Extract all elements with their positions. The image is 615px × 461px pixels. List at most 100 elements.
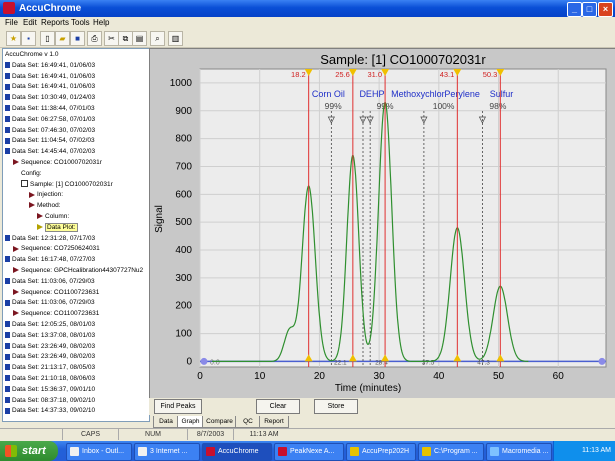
menu-reports[interactable]: Reports (41, 17, 69, 29)
disk-icon[interactable]: ■ (70, 31, 85, 46)
tree-item-sample[interactable]: Sample: [1] CO1000702031r (21, 180, 113, 189)
taskbar-item-macromedia[interactable]: Macromedia ... (486, 443, 552, 461)
sequence-arrow-icon (13, 245, 19, 252)
tree-item-ds[interactable]: Data Set: 08:37:18, 09/02/10 (5, 396, 95, 405)
save-icon[interactable]: ▪ (21, 31, 36, 46)
open-icon[interactable]: ★ (6, 31, 21, 46)
tab-graph[interactable]: Graph (177, 416, 204, 428)
arrow-icon (37, 213, 43, 220)
tree-item-ds[interactable]: Data Set: 16:49:41, 01/06/03 (5, 82, 95, 91)
x-axis-label: Time (minutes) (335, 383, 401, 394)
tree-item-ds[interactable]: Data Set: 10:30:49, 01/24/03 (5, 93, 95, 102)
tree-item-label: Sequence: CO1000702031r (21, 159, 102, 166)
menu-file[interactable]: File (5, 17, 18, 29)
tree-item-seq[interactable]: Sequence: CO1100723631 (13, 288, 99, 297)
status-date: 8/7/2003 (187, 429, 233, 440)
tree-item-ds[interactable]: Data Set: 11:03:06, 07/29/03 (5, 277, 95, 286)
taskbar-item-internet[interactable]: 3 Internet ... (134, 443, 200, 461)
paste-icon[interactable]: ▤ (132, 31, 147, 46)
taskbar-item-outlook[interactable]: Inbox - Outl... (66, 443, 132, 461)
tree-item-root[interactable]: AccuChrome v 1.0 (5, 50, 58, 59)
tree-item-ds[interactable]: Data Set: 13:37:08, 08/01/03 (5, 331, 95, 340)
clear-button[interactable]: Clear (256, 399, 300, 414)
taskbar-item-peaknexe[interactable]: PeakNexe A... (274, 443, 344, 461)
taskbar-item-label: AccuChrome (218, 448, 259, 455)
tree-item-plot[interactable]: Data Plot: (37, 222, 78, 232)
x-tick-label: 0 (197, 371, 203, 382)
tree-item-label: Data Set: 06:27:58, 07/01/03 (12, 115, 96, 123)
tree-item-ds[interactable]: Data Set: 07:46:30, 07/02/03 (5, 126, 95, 135)
tree-item-ds[interactable]: Data Set: 16:49:41, 01/06/03 (5, 72, 95, 81)
tree-item-label: Data Plot: (45, 222, 78, 232)
taskbar-item-accuchrome[interactable]: AccuChrome (202, 443, 272, 461)
tree-item-arrowleaf[interactable]: Column: (37, 212, 69, 221)
x-tick-label: 30 (374, 371, 386, 382)
dataset-icon (5, 234, 10, 241)
cut-icon[interactable]: ✂ (104, 31, 119, 46)
taskbar-item-accuprep[interactable]: AccuPrep202H (346, 443, 416, 461)
x-tick-label: 20 (314, 371, 326, 382)
fraction-purity-label: 98% (489, 101, 506, 111)
tree-item-seq[interactable]: Sequence: GPCHcalibration44307727Nu2 (13, 266, 143, 275)
tree-item-ds[interactable]: Data Set: 21:13:17, 08/05/03 (5, 363, 95, 372)
tree-item-ds[interactable]: Data Set: 23:26:49, 08/02/03 (5, 352, 95, 361)
tree-item-label: Sequence: CO1100723631 (21, 310, 100, 318)
folder-icon[interactable]: ▰ (55, 31, 70, 46)
tab-data[interactable]: Data (153, 416, 179, 428)
tab-report[interactable]: Report (259, 416, 289, 428)
zoom-icon[interactable]: ⌕ (150, 31, 165, 46)
tree-item-label: Sequence: CO7250624031 (21, 245, 100, 253)
taskbar-item-program[interactable]: C:\Program ... (418, 443, 484, 461)
taskbar-item-label: C:\Program ... (434, 448, 478, 455)
fraction-name-label: Methoxychlor (391, 89, 445, 99)
tree-item-arrowleaf[interactable]: Injection: (29, 190, 63, 199)
tree-item-ds[interactable]: Data Set: 06:27:58, 07/01/03 (5, 115, 95, 124)
plot-arrow-icon (37, 224, 43, 231)
tab-compare[interactable]: Compare (202, 416, 237, 428)
tree-item-label: Sequence: CO1100723631 (21, 288, 100, 296)
tree-item-ds[interactable]: Data Set: 14:37:33, 09/02/10 (5, 406, 95, 415)
tree-item-ds[interactable]: Data Set: 12:31:28, 07/17/03 (5, 234, 95, 243)
store-button[interactable]: Store (314, 399, 358, 414)
tree-item-ds[interactable]: Data Set: 23:26:49, 08/02/03 (5, 342, 95, 351)
dataset-icon (5, 137, 10, 144)
chart-icon[interactable]: ▥ (168, 31, 183, 46)
tree-item-ds[interactable]: Data Set: 21:10:18, 08/06/03 (5, 374, 95, 383)
copy-icon[interactable]: ⧉ (118, 31, 133, 46)
tree-item-leaf[interactable]: Config: (21, 169, 42, 178)
macromedia-icon (490, 446, 499, 456)
tree-item-ds[interactable]: Data Set: 12:05:25, 08/01/03 (5, 320, 95, 329)
data-tree-panel[interactable]: AccuChrome v 1.0 Data Set: 16:49:41, 01/0… (2, 48, 150, 422)
tree-item-seq[interactable]: Sequence: CO1000702031r (13, 158, 102, 167)
tree-item-seq[interactable]: Sequence: CO7250624031 (13, 244, 100, 253)
tree-item-ds[interactable]: Data Set: 11:38:44, 07/01/03 (5, 104, 95, 113)
tree-item-seq[interactable]: Sequence: CO1100723631 (13, 309, 99, 318)
tree-item-ds[interactable]: Data Set: 11:03:06, 07/29/03 (5, 298, 95, 307)
tree-item-ds[interactable]: Data Set: 16:49:41, 01/06/03 (5, 61, 95, 70)
tab-qc[interactable]: QC (235, 416, 261, 428)
tree-item-ds[interactable]: Data Set: 16:17:48, 07/27/03 (5, 255, 95, 264)
maximize-button[interactable]: □ (582, 2, 597, 17)
tree-item-ds[interactable]: Data Set: 14:45:44, 07/02/03 (5, 147, 95, 156)
start-button[interactable]: start (0, 441, 58, 461)
find-peaks-button[interactable]: Find Peaks (154, 399, 202, 414)
tree-item-arrowleaf[interactable]: Method: (29, 201, 61, 210)
baseline-start-handle (200, 357, 208, 365)
minimize-button[interactable]: _ (567, 2, 582, 17)
checkbox-icon (21, 180, 28, 188)
sequence-arrow-icon (13, 159, 19, 166)
dataset-icon (5, 105, 10, 112)
baseline-end-handle (598, 357, 606, 365)
dataset-icon (5, 94, 10, 101)
tree-item-ds[interactable]: Data Set: 15:36:37, 09/01/10 (5, 385, 95, 394)
system-tray: 11:13 AM (553, 441, 615, 461)
print-icon[interactable]: ⎙ (87, 31, 102, 46)
tree-item-ds[interactable]: Data Set: 11:04:54, 07/02/03 (5, 136, 95, 145)
menu-help[interactable]: Help (93, 17, 109, 29)
menu-tools[interactable]: Tools (71, 17, 90, 29)
chromatogram-chart: Sample: [1] CO1000702031r Time (minutes)… (154, 52, 607, 394)
menu-edit[interactable]: Edit (23, 17, 37, 29)
status-time: 11:13 AM (233, 429, 294, 440)
new-icon[interactable]: ▯ (40, 31, 55, 46)
close-button[interactable]: × (598, 2, 613, 17)
